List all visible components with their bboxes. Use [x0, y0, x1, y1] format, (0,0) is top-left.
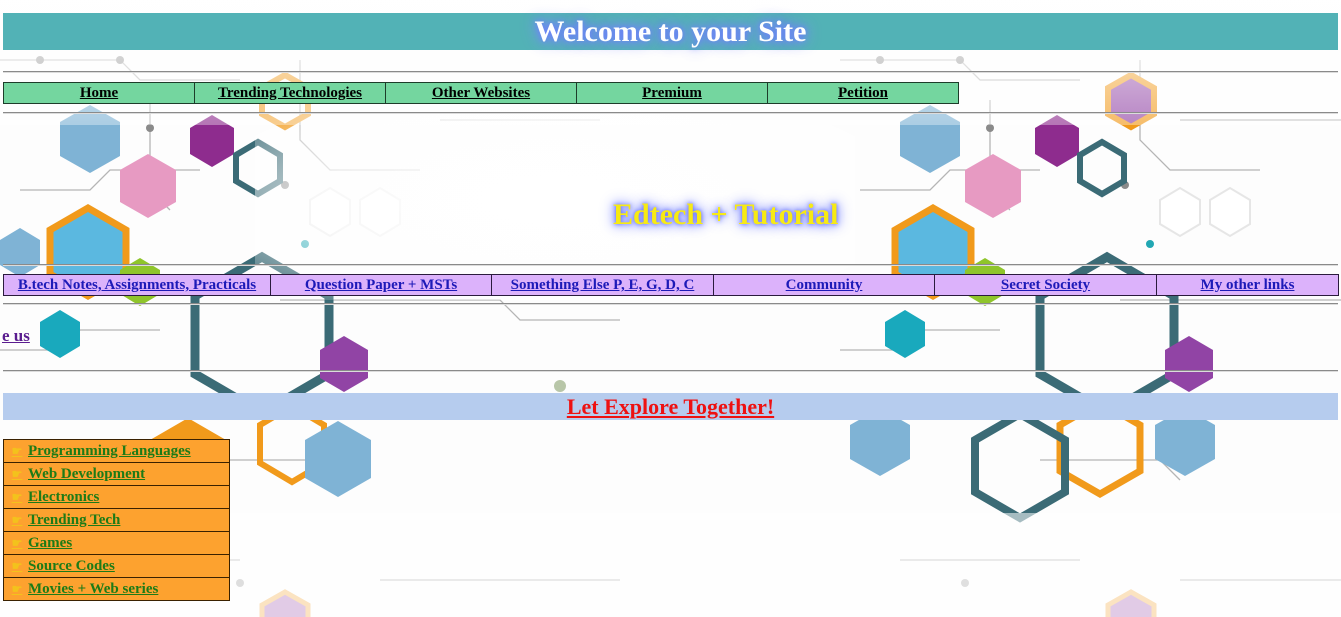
top-nav-item-home: Home: [3, 82, 195, 104]
hand-pointing-icon: ☛: [11, 467, 23, 481]
category-label: Source Codes: [28, 558, 115, 574]
sub-nav-item-something-else: Something Else P, E, G, D, C: [491, 274, 714, 296]
category-label: Games: [28, 535, 73, 551]
hand-pointing-icon: ☛: [11, 582, 23, 596]
category-list: ☛ Programming Languages ☛ Web Development …: [3, 439, 230, 601]
divider: [3, 303, 1338, 305]
hand-pointing-icon: ☛: [11, 490, 23, 504]
sub-nav-link-my-other-links[interactable]: My other links: [1201, 277, 1295, 293]
top-nav-item-other-websites: Other Websites: [385, 82, 577, 104]
list-item: ☛ Movies + Web series: [3, 577, 230, 601]
sub-nav-link-community[interactable]: Community: [786, 277, 863, 293]
category-link-games[interactable]: ☛ Games: [6, 535, 73, 551]
top-nav-item-premium: Premium: [576, 82, 768, 104]
top-nav-link-other-websites[interactable]: Other Websites: [432, 85, 530, 101]
category-label: Programming Languages: [28, 443, 191, 459]
list-item: ☛ Electronics: [3, 485, 230, 509]
sub-nav-item-question-paper: Question Paper + MSTs: [270, 274, 492, 296]
category-link-electronics[interactable]: ☛ Electronics: [6, 489, 100, 505]
hand-pointing-icon: ☛: [11, 513, 23, 527]
sub-nav-link-something-else[interactable]: Something Else P, E, G, D, C: [511, 277, 695, 293]
sub-nav-item-btech-notes: B.tech Notes, Assignments, Practicals: [3, 274, 271, 296]
marquee-link[interactable]: e us: [2, 326, 30, 346]
site-title: Welcome to your Site: [534, 15, 807, 48]
sub-nav-link-secret-society[interactable]: Secret Society: [1001, 277, 1090, 293]
top-nav-link-trending-technologies[interactable]: Trending Technologies: [218, 85, 362, 101]
explore-banner: Let Explore Together!: [3, 393, 1338, 420]
top-nav-item-trending-technologies: Trending Technologies: [194, 82, 386, 104]
top-nav: Home Trending Technologies Other Website…: [3, 82, 959, 104]
list-item: ☛ Trending Tech: [3, 508, 230, 532]
page: Welcome to your Site Home Trending Techn…: [0, 0, 1341, 617]
hand-pointing-icon: ☛: [11, 444, 23, 458]
category-link-source-codes[interactable]: ☛ Source Codes: [6, 558, 115, 574]
site-header: Welcome to your Site: [3, 13, 1338, 50]
category-link-web-development[interactable]: ☛ Web Development: [6, 466, 145, 482]
top-nav-link-home[interactable]: Home: [80, 85, 118, 101]
sub-nav-link-question-paper[interactable]: Question Paper + MSTs: [305, 277, 457, 293]
hand-pointing-icon: ☛: [11, 559, 23, 573]
sub-nav-item-secret-society: Secret Society: [934, 274, 1157, 296]
sub-nav-item-community: Community: [713, 274, 935, 296]
section-heading: Edtech + Tutorial: [613, 198, 839, 231]
divider: [3, 71, 1338, 73]
top-nav-link-premium[interactable]: Premium: [642, 85, 702, 101]
sub-nav-item-my-other-links: My other links: [1156, 274, 1339, 296]
sub-nav-link-btech-notes[interactable]: B.tech Notes, Assignments, Practicals: [18, 277, 256, 293]
category-label: Movies + Web series: [28, 581, 159, 597]
explore-link[interactable]: Let Explore Together!: [567, 394, 774, 419]
hand-pointing-icon: ☛: [11, 536, 23, 550]
list-item: ☛ Web Development: [3, 462, 230, 486]
category-label: Electronics: [28, 489, 100, 505]
top-nav-link-petition[interactable]: Petition: [838, 85, 888, 101]
list-item: ☛ Games: [3, 531, 230, 555]
category-label: Web Development: [28, 466, 146, 482]
list-item: ☛ Programming Languages: [3, 439, 230, 463]
category-label: Trending Tech: [28, 512, 121, 528]
sub-nav: B.tech Notes, Assignments, Practicals Qu…: [3, 274, 1339, 296]
divider: [3, 370, 1338, 372]
category-link-movies-web-series[interactable]: ☛ Movies + Web series: [6, 581, 159, 597]
top-nav-item-petition: Petition: [767, 82, 959, 104]
divider: [3, 264, 1338, 266]
category-link-programming-languages[interactable]: ☛ Programming Languages: [6, 443, 191, 459]
category-link-trending-tech[interactable]: ☛ Trending Tech: [6, 512, 121, 528]
divider: [3, 112, 1338, 114]
list-item: ☛ Source Codes: [3, 554, 230, 578]
